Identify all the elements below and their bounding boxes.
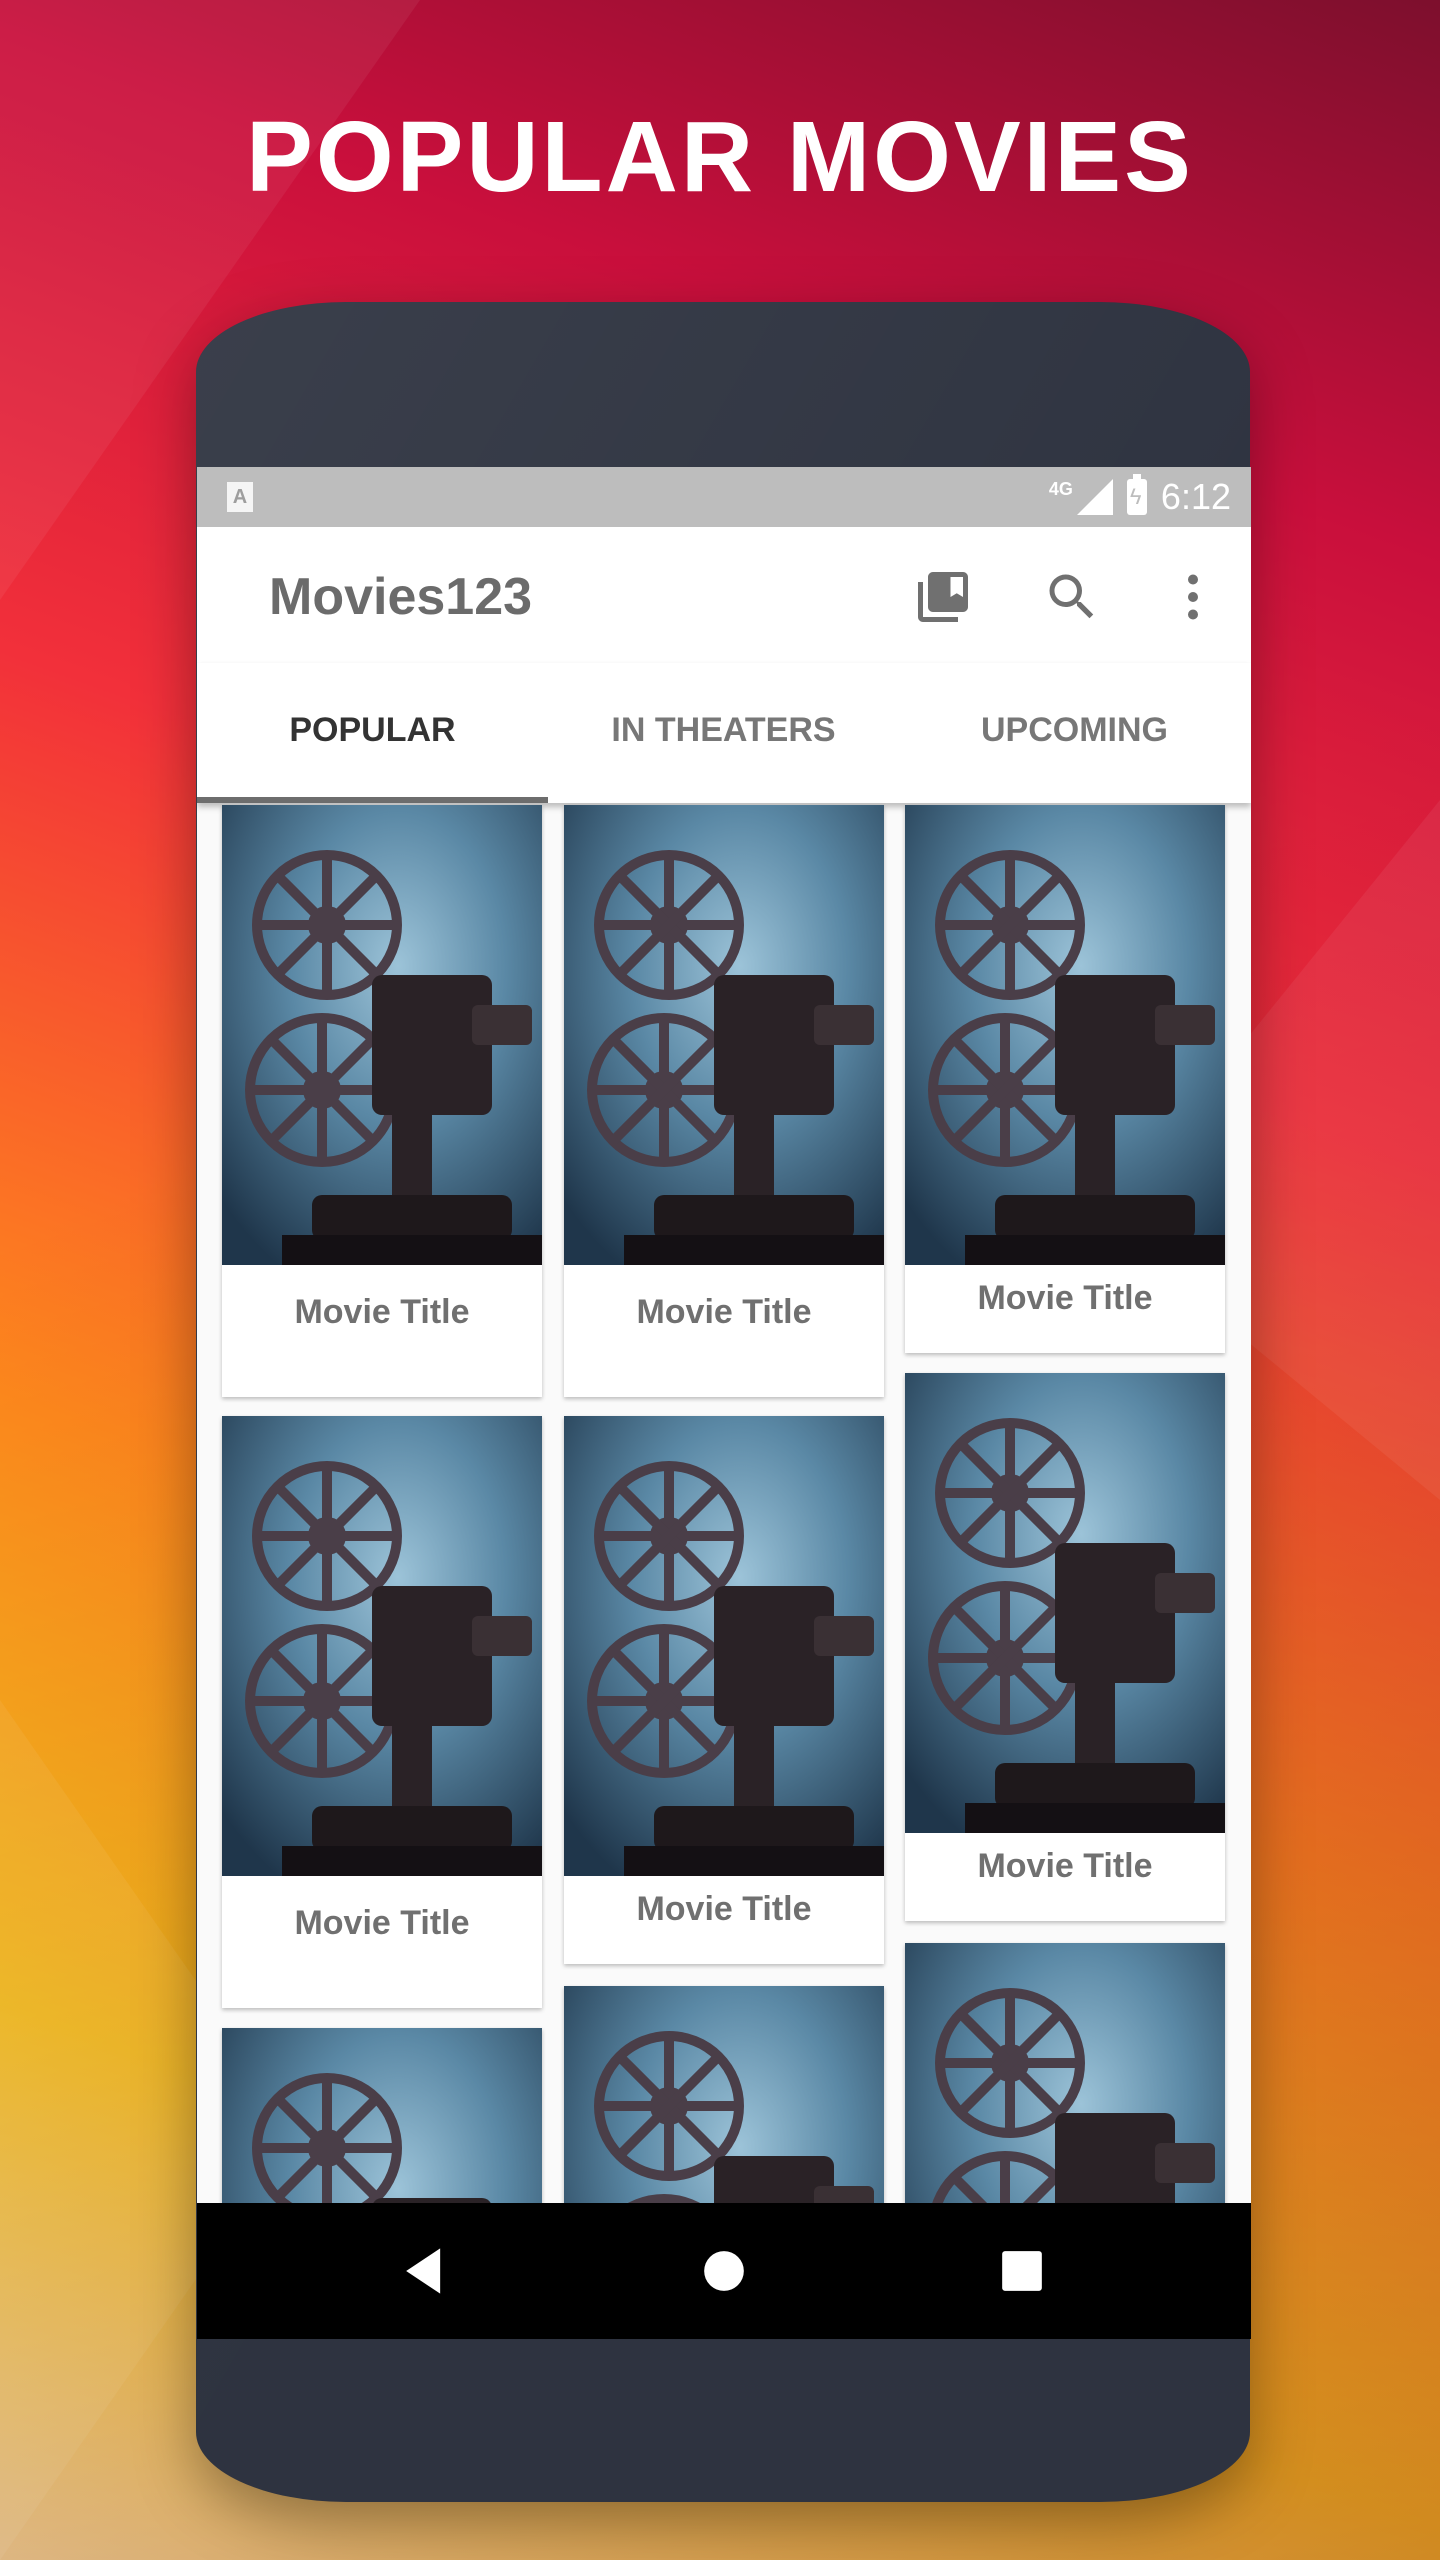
movie-title: Movie Title <box>977 1847 1153 1885</box>
movie-poster <box>905 1373 1225 1833</box>
notification-app-icon: A <box>227 482 253 512</box>
projector-illustration <box>222 805 542 1265</box>
movie-title: Movie Title <box>636 1293 812 1331</box>
movie-title: Movie Title <box>294 1293 470 1331</box>
projector-illustration <box>905 805 1225 1265</box>
tab-bar: POPULAR IN THEATERS UPCOMING <box>197 663 1251 803</box>
movie-card[interactable]: Movie Title <box>905 1373 1225 1921</box>
battery-charging-icon: ϟ <box>1126 474 1147 515</box>
phone-screen: A 4G ϟ 6:12 Movies123 POPULAR IN THEATER… <box>197 467 1251 2339</box>
more-vert-icon[interactable] <box>1163 567 1223 627</box>
status-bar: A 4G ϟ 6:12 <box>197 467 1251 527</box>
movie-grid: Movie Title Movie Title Movie Title Movi… <box>197 803 1251 2328</box>
projector-illustration <box>905 1943 1225 2243</box>
back-icon[interactable] <box>392 2237 460 2305</box>
home-icon[interactable] <box>690 2237 758 2305</box>
app-title: Movies123 <box>269 568 533 626</box>
tab-in-theaters[interactable]: IN THEATERS <box>548 663 899 797</box>
movie-title: Movie Title <box>636 1890 812 1928</box>
projector-illustration <box>222 1416 542 1876</box>
signal-icon <box>1076 479 1113 515</box>
movie-poster <box>222 1416 542 1876</box>
movie-card[interactable]: Movie Title <box>222 805 542 1397</box>
movie-poster <box>564 805 884 1265</box>
movie-card[interactable]: Movie Title <box>905 805 1225 1353</box>
network-type: 4G <box>1048 478 1073 499</box>
movie-card[interactable] <box>905 1943 1225 2243</box>
projector-illustration <box>564 805 884 1265</box>
search-icon[interactable] <box>1042 567 1102 627</box>
movie-title: Movie Title <box>977 1279 1153 1317</box>
movie-card[interactable]: Movie Title <box>222 1416 542 2008</box>
movie-poster <box>905 1943 1225 2243</box>
app-bar: Movies123 <box>197 527 1251 663</box>
movie-card[interactable]: Movie Title <box>564 805 884 1397</box>
movie-card[interactable]: Movie Title <box>564 1416 884 1964</box>
navigation-bar <box>197 2203 1251 2339</box>
tab-upcoming[interactable]: UPCOMING <box>899 663 1250 797</box>
recents-icon[interactable] <box>988 2237 1056 2305</box>
status-time: 6:12 <box>1160 476 1231 517</box>
page-headline: POPULAR MOVIES <box>246 101 1194 213</box>
status-indicators: 4G ϟ 6:12 <box>1049 467 1231 527</box>
tab-popular[interactable]: POPULAR <box>197 663 548 797</box>
movie-poster <box>564 1416 884 1876</box>
projector-illustration <box>905 1373 1225 1833</box>
movie-title: Movie Title <box>294 1904 470 1942</box>
library-icon[interactable] <box>913 567 973 627</box>
movie-poster <box>905 805 1225 1265</box>
movie-poster <box>222 805 542 1265</box>
projector-illustration <box>564 1416 884 1876</box>
